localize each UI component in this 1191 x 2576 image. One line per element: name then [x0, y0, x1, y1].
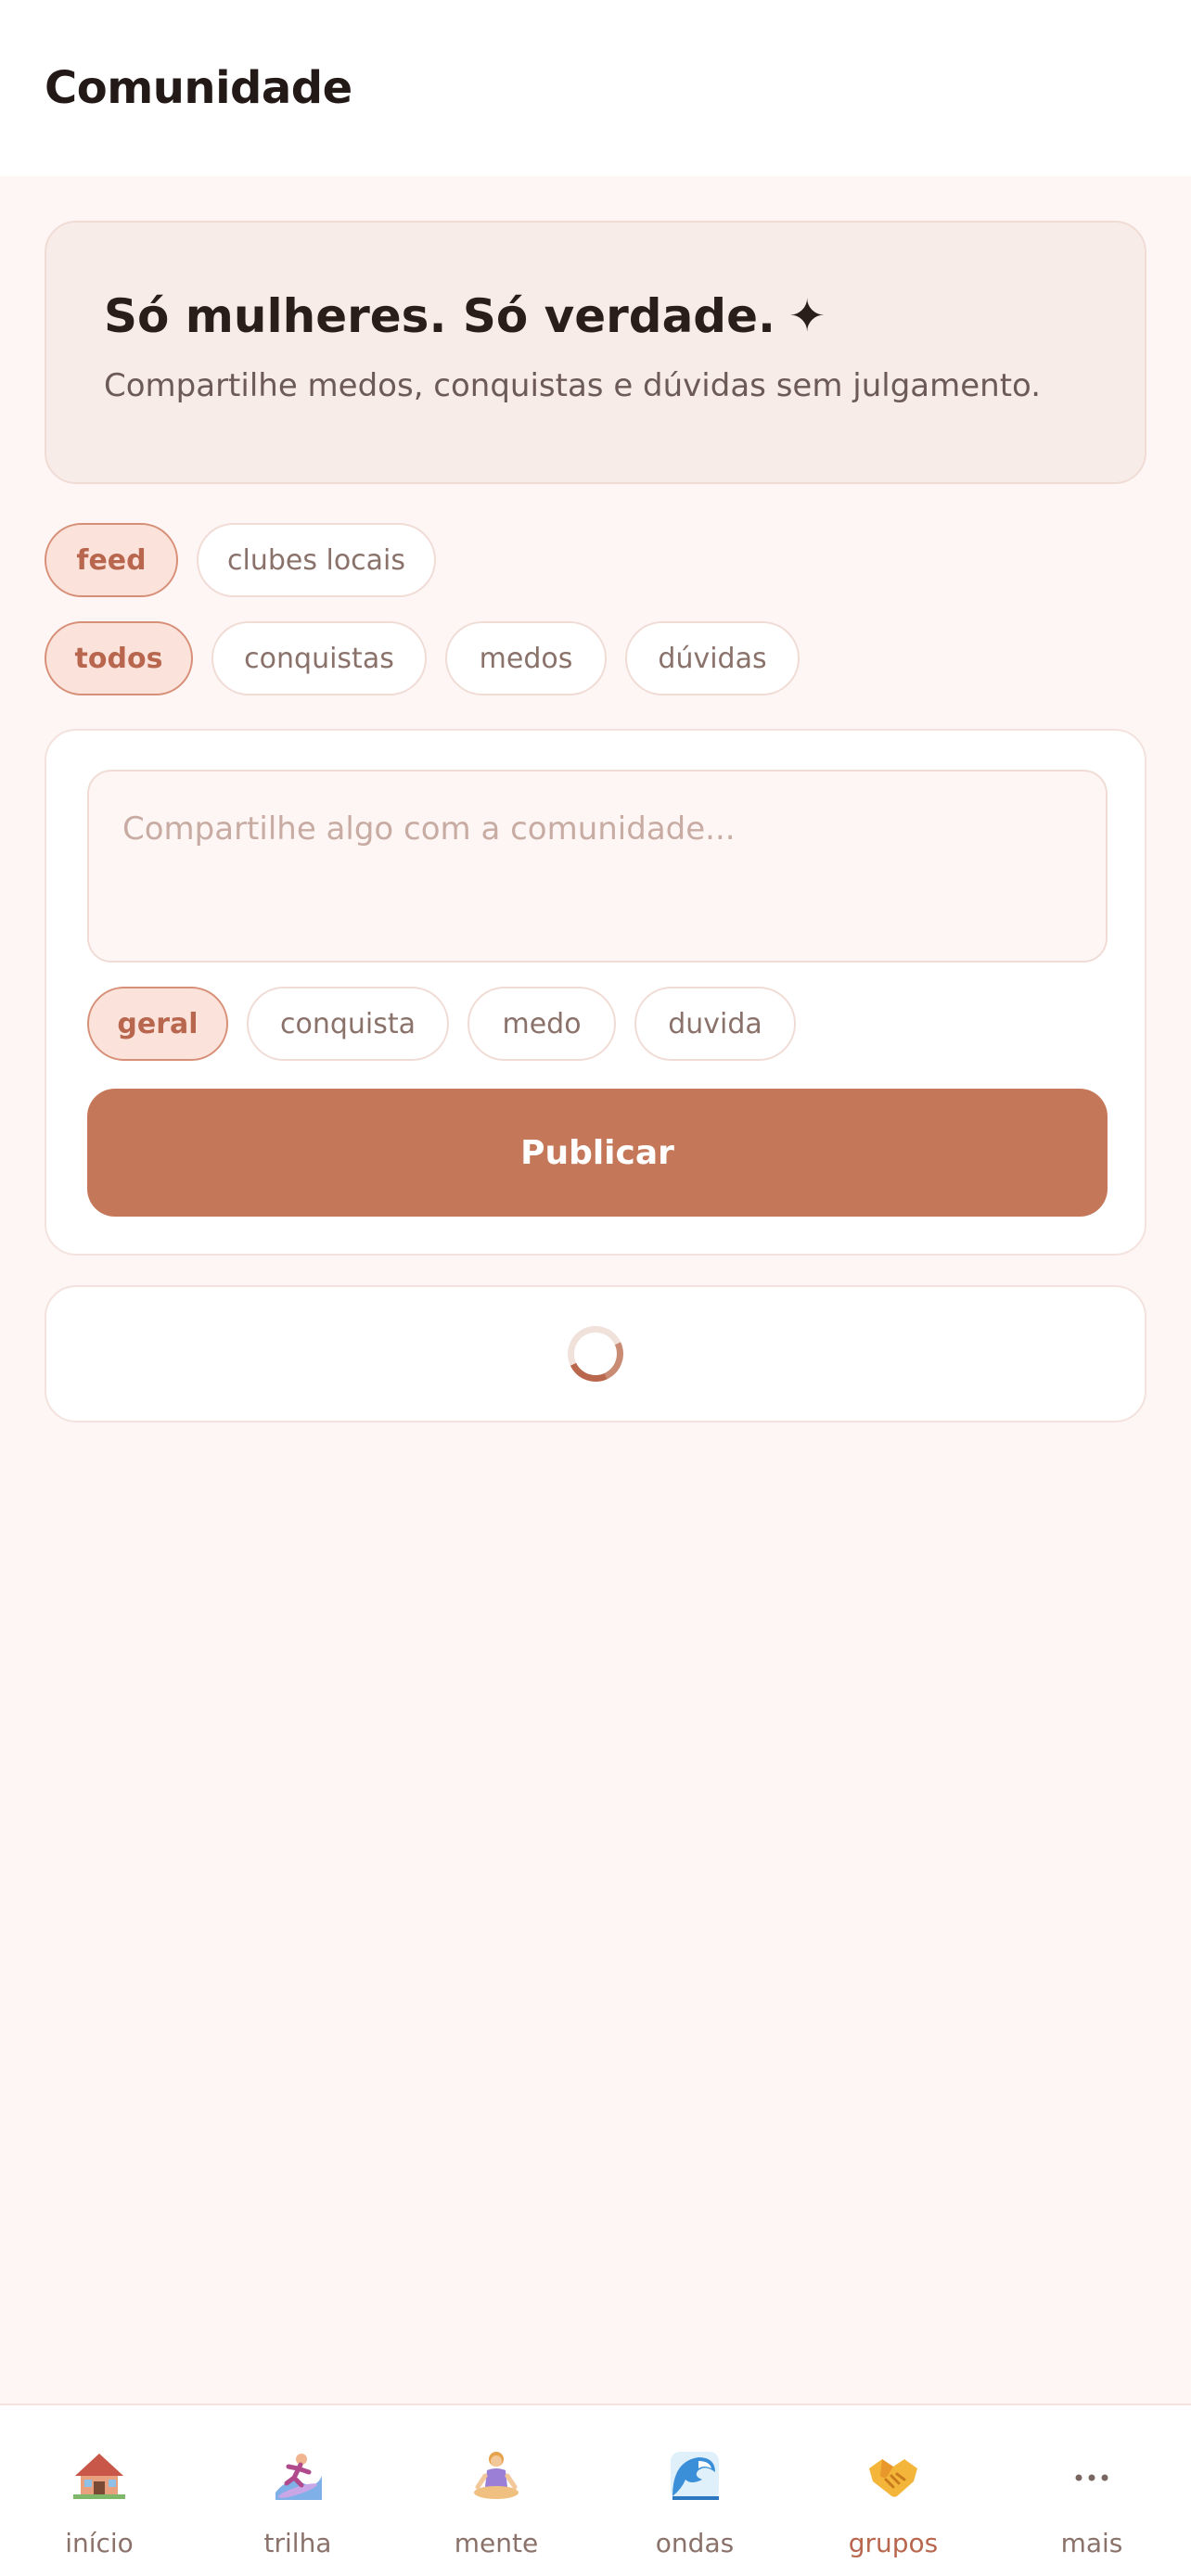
filter-todos[interactable]: todos — [45, 621, 193, 695]
header: Comunidade — [0, 0, 1191, 176]
filter-medos[interactable]: medos — [445, 621, 607, 695]
nav-item-inicio[interactable]: início — [19, 2405, 180, 2576]
category-conquista[interactable]: conquista — [247, 987, 449, 1061]
post-textarea[interactable] — [87, 770, 1108, 963]
hero-title-row: Só mulheres. Só verdade. ✦ — [104, 289, 1087, 343]
hero-subtitle: Compartilhe medos, conquistas e dúvidas … — [104, 367, 1042, 404]
nav-item-trilha[interactable]: trilha — [217, 2405, 378, 2576]
nav-item-mente[interactable]: mente — [416, 2405, 577, 2576]
hero-card: Só mulheres. Só verdade. ✦ Compartilhe m… — [45, 221, 1146, 484]
nav-label-mais: mais — [1060, 2528, 1123, 2558]
nav-label-trilha: trilha — [263, 2528, 332, 2558]
nav-label-inicio: início — [65, 2528, 134, 2558]
nav-item-grupos[interactable]: grupos — [813, 2405, 974, 2576]
filter-duvidas[interactable]: dúvidas — [625, 621, 800, 695]
category-medo[interactable]: medo — [467, 987, 616, 1061]
tab-feed[interactable]: feed — [45, 523, 178, 597]
category-duvida[interactable]: duvida — [634, 987, 796, 1061]
view-tabs: feed clubes locais — [45, 523, 436, 597]
community-screen: Comunidade Só mulheres. Só verdade. ✦ Co… — [0, 0, 1191, 2576]
nav-label-grupos: grupos — [848, 2528, 939, 2558]
filter-conquistas[interactable]: conquistas — [211, 621, 427, 695]
nav-item-mais[interactable]: mais — [1011, 2405, 1172, 2576]
loading-spinner-icon — [559, 1318, 632, 1390]
meditation-icon — [467, 2446, 526, 2506]
category-geral[interactable]: geral — [87, 987, 228, 1061]
feed-loading-card — [45, 1285, 1146, 1422]
nav-item-ondas[interactable]: ondas — [614, 2405, 775, 2576]
page-title: Comunidade — [45, 62, 352, 114]
filter-chips: todos conquistas medos dúvidas — [45, 621, 800, 695]
wave-icon — [665, 2446, 724, 2506]
nav-label-mente: mente — [454, 2528, 539, 2558]
publish-button[interactable]: Publicar — [87, 1089, 1108, 1217]
hero-title: Só mulheres. Só verdade. — [104, 289, 775, 343]
sparkle-icon: ✦ — [788, 290, 826, 342]
bottom-nav: início trilha mente ondas grupos mais — [0, 2404, 1191, 2576]
category-chips: geral conquista medo duvida — [87, 987, 796, 1061]
more-icon — [1062, 2446, 1121, 2506]
house-icon — [70, 2446, 129, 2506]
handshake-icon — [864, 2446, 923, 2506]
post-composer: geral conquista medo duvida Publicar — [45, 729, 1146, 1256]
surfer-icon — [268, 2446, 327, 2506]
tab-clubes-locais[interactable]: clubes locais — [197, 523, 436, 597]
nav-label-ondas: ondas — [655, 2528, 735, 2558]
